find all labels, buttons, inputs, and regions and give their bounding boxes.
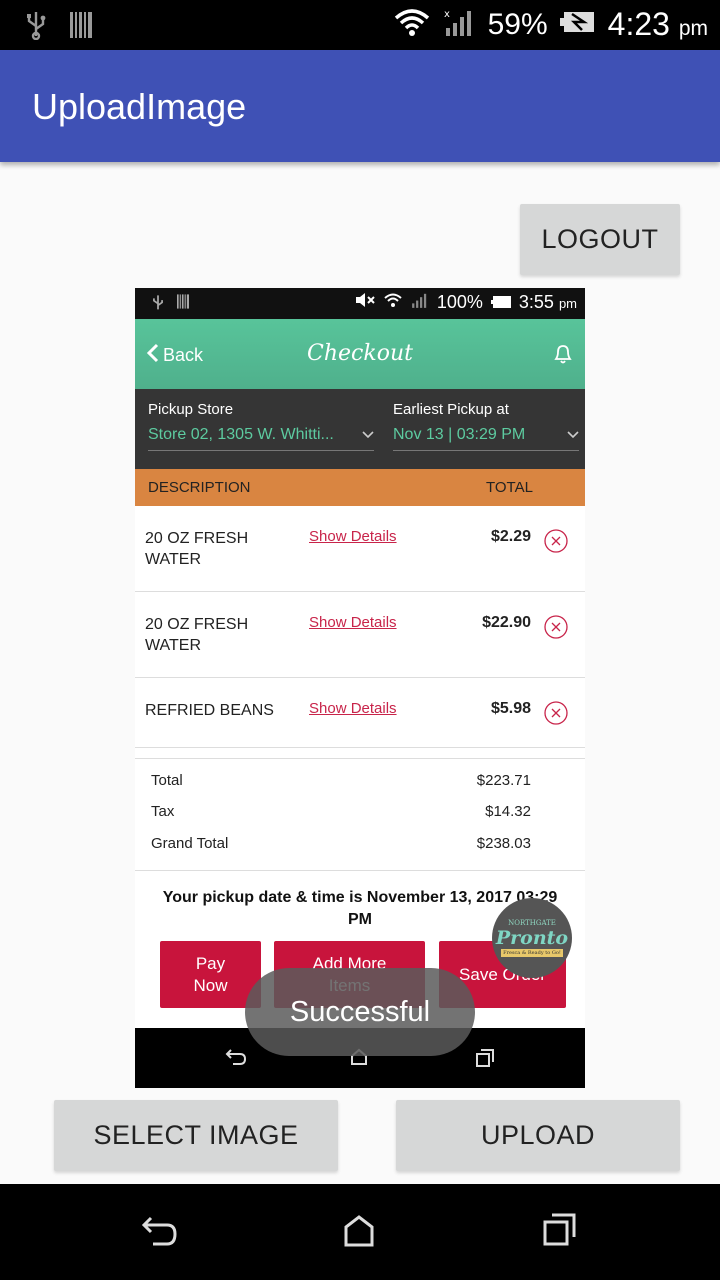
checkout-title: Checkout bbox=[307, 341, 413, 366]
table-header: DESCRIPTION TOTAL bbox=[135, 469, 585, 506]
pickup-panel: Pickup Store Store 02, 1305 W. Whitti...… bbox=[135, 389, 585, 469]
remove-icon[interactable] bbox=[544, 615, 568, 639]
preview-status-bar: 100% 3:55 pm bbox=[135, 288, 585, 319]
logout-button[interactable]: LOGOUT bbox=[520, 204, 680, 275]
pickup-store-field[interactable]: Pickup Store Store 02, 1305 W. Whitti... bbox=[148, 401, 374, 451]
wifi-icon bbox=[392, 6, 432, 43]
chevron-down-icon bbox=[362, 426, 374, 444]
table-row: REFRIED BEANS Show Details $5.98 bbox=[135, 678, 585, 748]
recents-nav-icon[interactable] bbox=[542, 1212, 578, 1252]
clock: 3:55 pm bbox=[518, 292, 577, 312]
description-header: DESCRIPTION bbox=[148, 479, 251, 496]
status-bar: x 59% 4:23 pm bbox=[0, 0, 720, 50]
pickup-store-value: Store 02, 1305 W. Whitti... bbox=[148, 426, 334, 443]
battery-icon bbox=[490, 292, 511, 313]
select-image-button[interactable]: SELECT IMAGE bbox=[54, 1100, 338, 1171]
grand-total-row: Grand Total $238.03 bbox=[151, 835, 531, 852]
usb-icon bbox=[24, 10, 48, 44]
nav-bar bbox=[0, 1184, 720, 1280]
battery-percent: 100% bbox=[436, 292, 483, 312]
signal-icon bbox=[411, 292, 429, 313]
back-nav-icon[interactable] bbox=[141, 1214, 179, 1252]
pickup-store-label: Pickup Store bbox=[148, 401, 234, 418]
clock: 4:23 pm bbox=[607, 6, 708, 42]
remove-icon[interactable] bbox=[544, 701, 568, 725]
usb-icon bbox=[151, 294, 165, 317]
home-nav-icon[interactable] bbox=[343, 1214, 375, 1252]
item-price: $2.29 bbox=[490, 528, 531, 545]
battery-percent: 59% bbox=[487, 7, 548, 41]
pay-now-button[interactable]: Pay Now bbox=[160, 941, 261, 1008]
wifi-icon bbox=[383, 292, 403, 313]
barcode-icon bbox=[177, 294, 189, 317]
bell-icon[interactable] bbox=[553, 343, 573, 369]
pronto-logo: NORTHGATE Pronto Fresca & Ready to Go! bbox=[492, 898, 572, 978]
app-title: UploadImage bbox=[32, 86, 247, 127]
table-row: 20 OZ FRESH WATER Show Details $22.90 bbox=[135, 592, 585, 678]
table-row: 20 OZ FRESH WATER Show Details $2.29 bbox=[135, 506, 585, 592]
recents-nav-icon bbox=[475, 1048, 495, 1072]
chevron-down-icon bbox=[567, 426, 579, 444]
remove-icon[interactable] bbox=[544, 529, 568, 553]
signal-icon: x bbox=[444, 8, 476, 41]
show-details-link[interactable]: Show Details bbox=[309, 614, 397, 631]
success-toast: Successful bbox=[245, 968, 475, 1056]
checkout-header: Back Checkout bbox=[135, 319, 585, 389]
show-details-link[interactable]: Show Details bbox=[309, 528, 397, 545]
show-details-link[interactable]: Show Details bbox=[309, 700, 397, 717]
pickup-time-field[interactable]: Earliest Pickup at Nov 13 | 03:29 PM bbox=[393, 401, 579, 451]
svg-text:x: x bbox=[444, 9, 450, 20]
app-bar: UploadImage bbox=[0, 50, 720, 162]
totals-section: Total $223.71 Tax $14.32 Grand Total $238.0… bbox=[135, 758, 585, 871]
item-price: $22.90 bbox=[482, 614, 531, 631]
item-name: REFRIED BEANS bbox=[145, 702, 274, 719]
total-row: Total $223.71 bbox=[151, 772, 531, 789]
battery-icon bbox=[559, 10, 596, 39]
item-name: 20 OZ FRESH WATER bbox=[145, 616, 249, 654]
total-header: TOTAL bbox=[486, 479, 533, 496]
pickup-time-value: Nov 13 | 03:29 PM bbox=[393, 426, 526, 443]
tax-row: Tax $14.32 bbox=[151, 803, 531, 820]
mute-icon bbox=[355, 292, 375, 313]
upload-button[interactable]: UPLOAD bbox=[396, 1100, 680, 1171]
barcode-icon bbox=[70, 12, 92, 42]
item-name: 20 OZ FRESH WATER bbox=[145, 530, 249, 568]
back-nav-icon bbox=[225, 1048, 247, 1070]
item-price: $5.98 bbox=[490, 700, 531, 717]
pickup-time-label: Earliest Pickup at bbox=[393, 401, 509, 418]
